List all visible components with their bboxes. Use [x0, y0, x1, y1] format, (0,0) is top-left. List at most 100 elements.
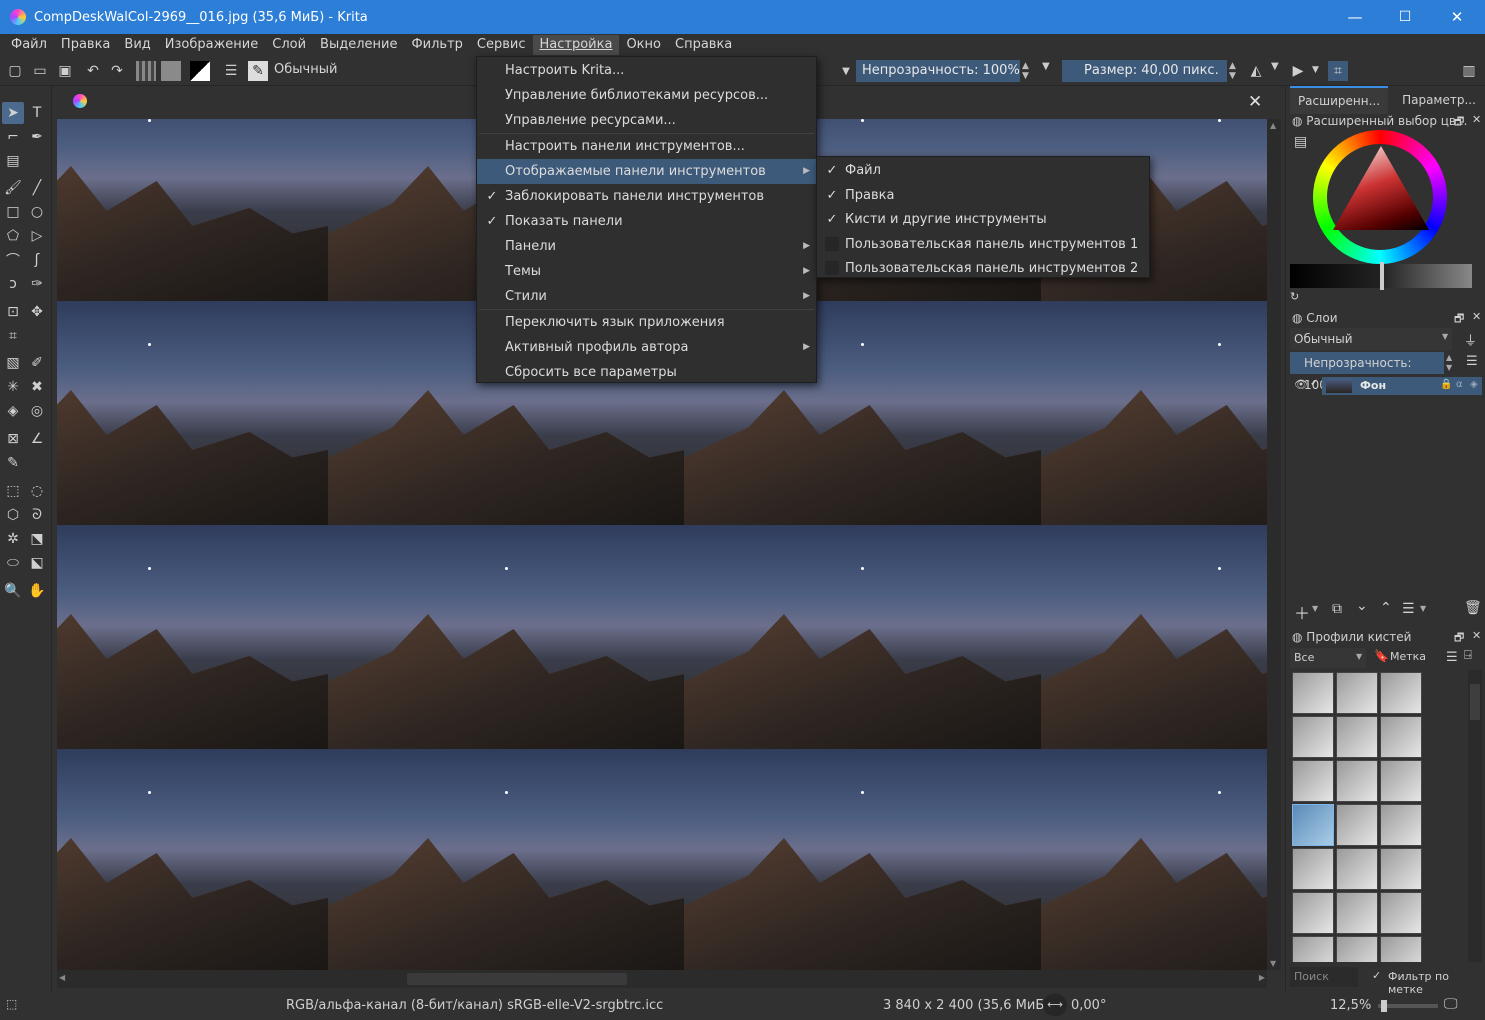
- brush-settings-icon[interactable]: ☰: [221, 61, 241, 81]
- polygon-tool-icon[interactable]: ⬠: [2, 225, 24, 247]
- brush-preset[interactable]: [1292, 936, 1334, 962]
- chevron-down-icon[interactable]: ▼: [1442, 332, 1448, 341]
- float-docker-icon[interactable]: 🗗: [1454, 113, 1464, 132]
- rotation-icon[interactable]: ⟷: [1043, 994, 1067, 1016]
- brush-preset[interactable]: [1292, 672, 1334, 714]
- close-document-icon[interactable]: ✕: [1248, 92, 1262, 112]
- float-docker-icon[interactable]: 🗗: [1454, 629, 1464, 648]
- scroll-left-icon[interactable]: ◀: [59, 973, 65, 982]
- menu-settings[interactable]: Настройка: [532, 35, 620, 55]
- brush-preset[interactable]: [1292, 760, 1334, 802]
- open-file-icon[interactable]: ▭: [30, 61, 50, 81]
- selection-status-icon[interactable]: ⬚: [6, 997, 17, 1011]
- polyline-tool-icon[interactable]: ▷: [26, 225, 48, 247]
- bezier-selection-tool-icon[interactable]: ⬭: [2, 552, 24, 574]
- brush-filter-select[interactable]: Все: [1290, 648, 1366, 668]
- menu-filter[interactable]: Фильтр: [404, 35, 469, 55]
- fullscreen-icon[interactable]: 🖵: [1444, 996, 1458, 1012]
- settings-menu-item[interactable]: Настроить Krita...: [477, 58, 816, 83]
- close-docker-icon[interactable]: ✕: [1472, 629, 1481, 642]
- chevron-down-icon[interactable]: ▼: [1271, 61, 1279, 72]
- visibility-eye-icon[interactable]: 👁: [1294, 378, 1308, 391]
- color-picker-tool-icon[interactable]: ✐: [26, 352, 48, 374]
- toolbar-toggle-item[interactable]: Пользовательская панель инструментов 2: [817, 256, 1149, 281]
- close-docker-icon[interactable]: ✕: [1472, 310, 1481, 323]
- zoom-level[interactable]: 12,5%: [1330, 998, 1371, 1013]
- layer-opacity-spin[interactable]: ▲ ▼: [1446, 353, 1452, 373]
- size-spin-arrows[interactable]: ▲ ▼: [1229, 61, 1236, 81]
- freehand-brush-tool-icon[interactable]: 🖌: [2, 177, 24, 199]
- gradient-tool-icon[interactable]: ▧: [2, 352, 24, 374]
- brush-tag-button[interactable]: Метка: [1390, 650, 1426, 663]
- ellipse-tool-icon[interactable]: ○: [26, 201, 48, 223]
- move-layer-down-icon[interactable]: ⌄: [1356, 598, 1368, 614]
- layer-properties-icon[interactable]: ☰: [1402, 601, 1415, 617]
- settings-menu-item[interactable]: ✓ Показать панели: [477, 209, 816, 234]
- layer-filter-icon[interactable]: ⏚: [1464, 330, 1477, 349]
- brush-search-input[interactable]: Поиск: [1290, 967, 1358, 987]
- pattern-icon[interactable]: [161, 61, 181, 81]
- chevron-down-icon[interactable]: ▼: [836, 61, 856, 81]
- settings-menu-item[interactable]: Активный профиль автора ▶: [477, 335, 816, 360]
- size-slider[interactable]: Размер: 40,00 пикс.: [1062, 60, 1227, 82]
- calligraphy-tool-icon[interactable]: ✒: [26, 126, 48, 148]
- opacity-spin-arrows[interactable]: ▲ ▼: [1022, 61, 1029, 81]
- refresh-icon[interactable]: ↻: [1290, 290, 1299, 303]
- close-button[interactable]: ✕: [1432, 0, 1482, 34]
- brush-preset[interactable]: [1292, 848, 1334, 890]
- edit-shapes-tool-icon[interactable]: ⌐: [2, 126, 24, 148]
- mirror-horizontal-icon[interactable]: ◭: [1246, 61, 1266, 81]
- opacity-slider[interactable]: Непрозрачность: 100%: [856, 60, 1020, 82]
- import-brush-icon[interactable]: ⍈: [1464, 648, 1472, 663]
- toolbar-toggle-item[interactable]: ✓ Файл: [817, 158, 1149, 183]
- brush-preset[interactable]: [1336, 760, 1378, 802]
- magnetic-selection-tool-icon[interactable]: ⬕: [26, 552, 48, 574]
- settings-menu-item[interactable]: ✓ Заблокировать панели инструментов: [477, 184, 816, 209]
- brush-preset[interactable]: [1380, 892, 1422, 934]
- close-docker-icon[interactable]: ✕: [1472, 113, 1481, 126]
- zoom-slider-handle[interactable]: [1381, 1000, 1387, 1012]
- layer-opacity-slider[interactable]: Непрозрачность: 100%: [1290, 352, 1444, 392]
- minimize-button[interactable]: —: [1330, 0, 1380, 34]
- color-settings-icon[interactable]: ▤: [1294, 134, 1307, 150]
- chevron-down-icon[interactable]: ▼: [1312, 65, 1319, 75]
- layer-row[interactable]: 👁 ✓ Фон 🔒 α ◈: [1290, 377, 1484, 395]
- scroll-up-icon[interactable]: ▲: [1270, 121, 1276, 130]
- maximize-button[interactable]: ☐: [1380, 0, 1430, 34]
- wrap-around-icon[interactable]: ⌗: [1328, 61, 1348, 81]
- filter-check-icon[interactable]: ✓: [1372, 969, 1381, 982]
- layer-name[interactable]: Фон: [1360, 379, 1386, 392]
- assistant-tool-icon[interactable]: ⊠: [2, 428, 24, 450]
- menu-image[interactable]: Изображение: [158, 35, 265, 55]
- layer-blend-mode-select[interactable]: Обычный: [1290, 328, 1452, 350]
- assistant-tool-icon[interactable]: ▤: [2, 150, 24, 172]
- elliptical-selection-tool-icon[interactable]: ◌: [26, 480, 48, 502]
- settings-menu-item[interactable]: Настроить панели инструментов...: [477, 134, 816, 159]
- brush-preset[interactable]: [1380, 716, 1422, 758]
- bookmark-icon[interactable]: 🔖: [1374, 649, 1389, 663]
- brush-preset[interactable]: [1292, 716, 1334, 758]
- menu-select[interactable]: Выделение: [313, 35, 404, 55]
- rectangular-selection-tool-icon[interactable]: ⬚: [2, 480, 24, 502]
- brush-scrollbar[interactable]: [1468, 670, 1482, 962]
- brush-preset[interactable]: [1380, 848, 1422, 890]
- menu-help[interactable]: Справка: [668, 35, 739, 55]
- docker-toggle-icon[interactable]: ▥: [1459, 61, 1479, 81]
- brush-preset[interactable]: [1336, 672, 1378, 714]
- toolbar-toggle-item[interactable]: Пользовательская панель инструментов 1: [817, 232, 1149, 257]
- menu-view[interactable]: Вид: [117, 35, 157, 55]
- settings-menu-item[interactable]: Управление библиотеками ресурсов...: [477, 83, 816, 108]
- lock-icon[interactable]: 🔒: [1440, 379, 1452, 390]
- save-icon[interactable]: ▣: [55, 61, 75, 81]
- brush-preset[interactable]: [1336, 892, 1378, 934]
- reference-images-tool-icon[interactable]: ✎: [2, 452, 24, 474]
- scroll-down-icon[interactable]: ▼: [1270, 959, 1276, 968]
- settings-menu-item[interactable]: Переключить язык приложения: [477, 310, 816, 335]
- toolbar-toggle-item[interactable]: ✓ Правка: [817, 183, 1149, 208]
- gradient-icon[interactable]: [136, 61, 156, 81]
- brush-preset[interactable]: [1336, 716, 1378, 758]
- brush-preset[interactable]: [1380, 760, 1422, 802]
- polygonal-selection-tool-icon[interactable]: ⬡: [2, 504, 24, 526]
- fg-bg-color-icon[interactable]: [190, 61, 210, 81]
- brush-preset-icon[interactable]: ✎: [248, 61, 268, 81]
